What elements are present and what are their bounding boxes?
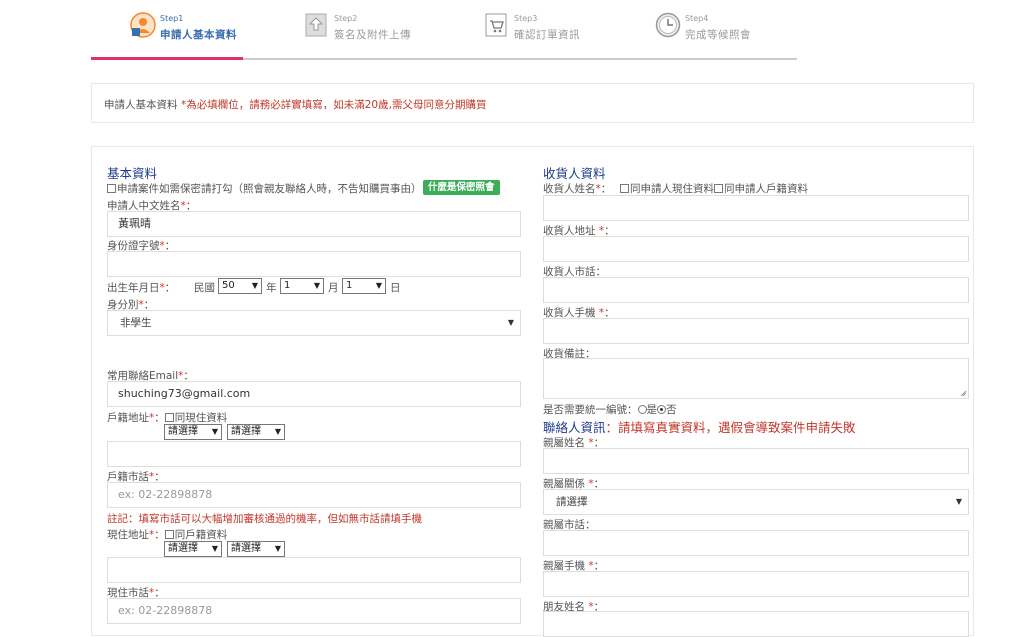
confidential-option[interactable]: 申請案件如需保密請打勾（照會親友聯絡人時，不告知購買事由） (107, 181, 422, 196)
receiver-same-options[interactable]: 同申請人現住資料 同申請人戶籍資料 (620, 181, 808, 196)
chevron-down-icon: ▼ (507, 318, 514, 327)
notice-prefix: 申請人基本資料 (104, 99, 178, 111)
current-address-label: 現住地址*： 同戶籍資料 (107, 529, 228, 541)
reg-city-select[interactable]: 請選擇 ▼ (164, 424, 222, 440)
progress-fill (91, 57, 243, 60)
step-1-number: Step1 (160, 14, 184, 23)
dob-day-select[interactable]: 1 ▼ (342, 278, 386, 294)
receiver-note-textarea[interactable] (543, 358, 969, 399)
cart-check-icon (485, 13, 507, 37)
invoice-yes-radio[interactable] (637, 405, 647, 414)
registered-address-input[interactable] (107, 441, 521, 467)
receiver-address-input[interactable] (543, 236, 969, 262)
receiver-name-input[interactable] (543, 195, 969, 221)
step-4-label: 完成等候照會 (685, 29, 751, 41)
cur-district-select[interactable]: 請選擇 ▼ (227, 541, 285, 557)
same-as-current-checkbox[interactable] (164, 413, 174, 422)
notice-highlight: *為必填欄位，請務必詳實填寫，如未滿20歲,需父母同意分期購買 (181, 99, 487, 111)
relative-name-input[interactable] (543, 448, 969, 474)
basic-info-title: 基本資料 (107, 166, 158, 181)
registered-tel-input[interactable]: ex: 02-22898878 (107, 482, 521, 508)
same-registered-checkbox[interactable] (714, 184, 723, 193)
step-3-label: 確認訂單資訊 (514, 29, 580, 41)
step-1-label: 申請人基本資料 (160, 29, 237, 41)
chevron-down-icon: ▼ (955, 497, 962, 506)
dob-day-unit: 日 (390, 282, 401, 294)
receiver-tel-input[interactable] (543, 277, 969, 303)
relative-mobile-input[interactable] (543, 571, 969, 597)
cur-city-select[interactable]: 請選擇 ▼ (164, 541, 222, 557)
receiver-name-label: 收貨人姓名*： (543, 183, 612, 195)
receiver-title: 收貨人資料 (543, 166, 606, 181)
registered-address-label: 戶籍地址*： 同現住資料 (107, 412, 228, 424)
same-as-registered-checkbox[interactable] (164, 530, 174, 539)
friend-name-input[interactable] (543, 611, 969, 637)
invoice-question: 是否需要統一編號：是否 (543, 404, 677, 416)
receiver-mobile-input[interactable] (543, 318, 969, 344)
step-3-number: Step3 (514, 14, 538, 23)
clock-icon (655, 12, 681, 38)
user-form-icon (130, 12, 156, 38)
confidential-info-button[interactable]: 什麼是保密照會 (423, 180, 500, 195)
required-notice: 申請人基本資料 *為必填欄位，請務必詳實填寫，如未滿20歲,需父母同意分期購買 (91, 83, 974, 123)
step-2-number: Step2 (334, 14, 358, 23)
dob-label: 出生年月日*： (107, 282, 176, 294)
identity-select[interactable]: 非學生 ▼ (107, 310, 521, 336)
same-current-checkbox[interactable] (620, 184, 629, 193)
resize-handle-icon[interactable] (960, 390, 967, 397)
name-input[interactable]: 黃珮晴 (107, 211, 521, 237)
relation-select[interactable]: 請選擇 ▼ (543, 489, 969, 515)
dob-month-unit: 月 (328, 282, 339, 294)
current-address-input[interactable] (107, 557, 521, 583)
tel-note: 註記：填寫市話可以大幅增加審核通過的機率，但如無市話請填手機 (107, 513, 422, 525)
email-input[interactable]: shuching73@gmail.com (107, 381, 521, 407)
current-tel-input[interactable]: ex: 02-22898878 (107, 598, 521, 624)
dob-year-select[interactable]: 50 ▼ (218, 278, 262, 294)
invoice-no-radio[interactable] (657, 405, 666, 414)
step-4-number: Step4 (685, 14, 709, 23)
dob-era: 民國 (194, 282, 215, 294)
dob-month-select[interactable]: 1 ▼ (280, 278, 324, 294)
contact-title: 聯絡人資訊：請填寫真實資料，遇假會導致案件申請失敗 (543, 420, 856, 435)
confidential-checkbox[interactable] (107, 184, 116, 193)
upload-icon (305, 13, 327, 37)
dob-year-unit: 年 (266, 282, 277, 294)
reg-district-select[interactable]: 請選擇 ▼ (227, 424, 285, 440)
step-2-label: 簽名及附件上傳 (334, 29, 411, 41)
relative-tel-input[interactable] (543, 530, 969, 556)
confidential-label: 申請案件如需保密請打勾（照會親友聯絡人時，不告知購買事由） (117, 183, 422, 195)
id-input[interactable] (107, 251, 521, 277)
